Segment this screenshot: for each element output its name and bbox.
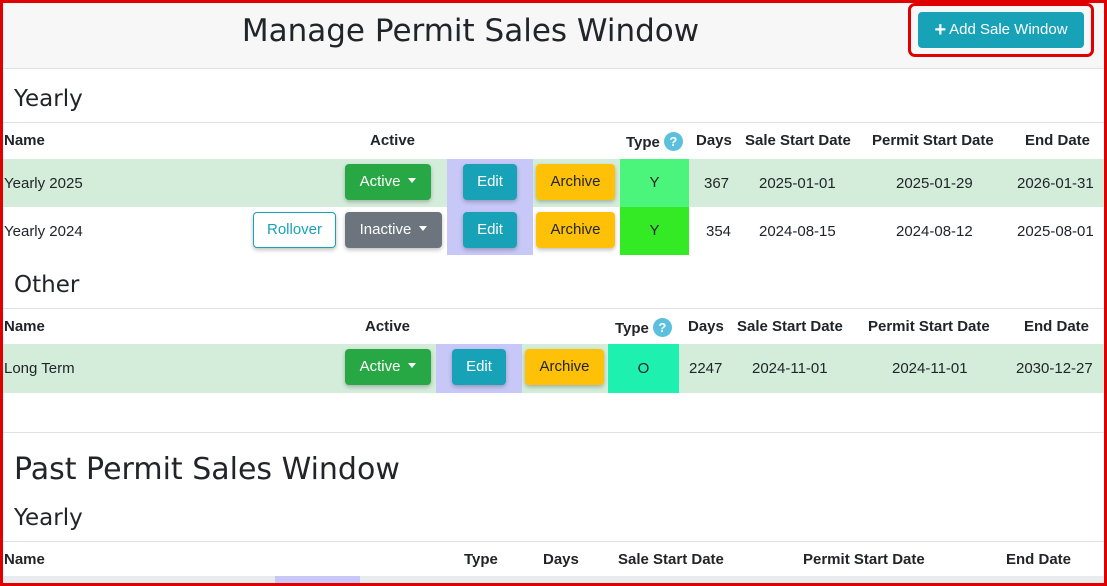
type-cell: O	[608, 344, 679, 393]
status-dropdown-button[interactable]: Active	[345, 349, 431, 385]
days-cell: 367	[704, 175, 730, 192]
col-header-type: Type	[464, 551, 498, 568]
add-button-highlight: + Add Sale Window	[908, 3, 1094, 57]
status-dropdown-button[interactable]: Inactive	[345, 212, 442, 248]
col-header-sale-start: Sale Start Date	[737, 318, 843, 335]
sale-start-cell: 2025-01-01	[759, 175, 836, 192]
divider	[3, 122, 1104, 123]
next-row-edit-cell	[275, 576, 360, 583]
add-sale-window-button[interactable]: + Add Sale Window	[918, 12, 1084, 48]
row-name: Yearly 2025	[4, 175, 83, 192]
col-header-days: Days	[696, 132, 732, 149]
status-label: Inactive	[359, 221, 412, 238]
col-header-active: Active	[370, 132, 416, 149]
status-dropdown-button[interactable]: Active	[345, 164, 431, 200]
section-title-yearly: Yearly	[14, 86, 83, 112]
col-header-end: End Date	[1025, 132, 1091, 149]
col-header-days: Days	[543, 551, 579, 568]
row-name: Long Term	[4, 360, 75, 377]
help-icon[interactable]: ?	[663, 132, 683, 151]
sale-start-cell: 2024-11-01	[752, 360, 828, 377]
archive-button[interactable]: Archive	[536, 212, 615, 248]
caret-down-icon	[408, 178, 417, 183]
col-header-type-label: Type	[626, 134, 660, 151]
screenshot-frame	[0, 0, 1107, 586]
page-title: Manage Permit Sales Window	[241, 13, 700, 49]
next-row-edge	[3, 576, 1104, 583]
divider	[3, 308, 1104, 309]
end-date-cell: 2025-08-01	[1017, 223, 1094, 240]
col-header-type: Type?	[615, 318, 672, 337]
add-sale-window-label: Add Sale Window	[949, 21, 1068, 38]
col-header-permit-start: Permit Start Date	[803, 551, 925, 568]
table-row: Yearly 2025 Active Edit Archive Y 367 20…	[3, 159, 1104, 207]
archive-button[interactable]: Archive	[525, 349, 604, 385]
col-header-sale-start: Sale Start Date	[745, 132, 851, 149]
type-cell: Y	[620, 159, 689, 207]
sale-start-cell: 2024-08-15	[759, 223, 836, 240]
end-date-cell: 2026-01-31	[1017, 175, 1094, 192]
table-row: Yearly 2024 Rollover Inactive Edit Archi…	[3, 207, 1104, 255]
col-header-name: Name	[4, 318, 45, 335]
col-header-name: Name	[4, 551, 45, 568]
caret-down-icon	[408, 363, 417, 368]
past-section-title: Past Permit Sales Window	[14, 452, 400, 487]
permit-start-cell: 2025-01-29	[896, 175, 973, 192]
plus-icon: +	[934, 19, 947, 41]
col-header-active: Active	[365, 318, 411, 335]
edit-button[interactable]: Edit	[463, 164, 517, 200]
rollover-button[interactable]: Rollover	[253, 212, 336, 248]
edit-button[interactable]: Edit	[452, 349, 506, 385]
status-label: Active	[359, 358, 401, 375]
permit-start-cell: 2024-11-01	[892, 360, 968, 377]
table-row: Long Term Active Edit Archive O 2247 202…	[3, 344, 1104, 393]
caret-down-icon	[419, 226, 428, 231]
permit-start-cell: 2024-08-12	[896, 223, 973, 240]
col-header-permit-start: Permit Start Date	[868, 318, 990, 335]
end-date-cell: 2030-12-27	[1016, 360, 1093, 377]
row-name: Yearly 2024	[4, 223, 83, 240]
days-cell: 2247	[689, 360, 723, 377]
section-title-other: Other	[14, 272, 80, 298]
archive-button[interactable]: Archive	[536, 164, 615, 200]
col-header-end: End Date	[1024, 318, 1090, 335]
col-header-sale-start: Sale Start Date	[618, 551, 724, 568]
col-header-name: Name	[4, 132, 45, 149]
type-cell: Y	[620, 207, 689, 255]
status-label: Active	[359, 173, 401, 190]
col-header-type-label: Type	[615, 320, 649, 337]
section-title-past-yearly: Yearly	[14, 505, 83, 531]
days-cell: 354	[706, 223, 732, 240]
divider	[3, 541, 1104, 542]
edit-button[interactable]: Edit	[463, 212, 517, 248]
help-icon[interactable]: ?	[652, 318, 672, 337]
divider	[3, 432, 1104, 433]
col-header-type: Type?	[626, 132, 683, 151]
col-header-end: End Date	[1006, 551, 1072, 568]
col-header-days: Days	[688, 318, 724, 335]
col-header-permit-start: Permit Start Date	[872, 132, 994, 149]
